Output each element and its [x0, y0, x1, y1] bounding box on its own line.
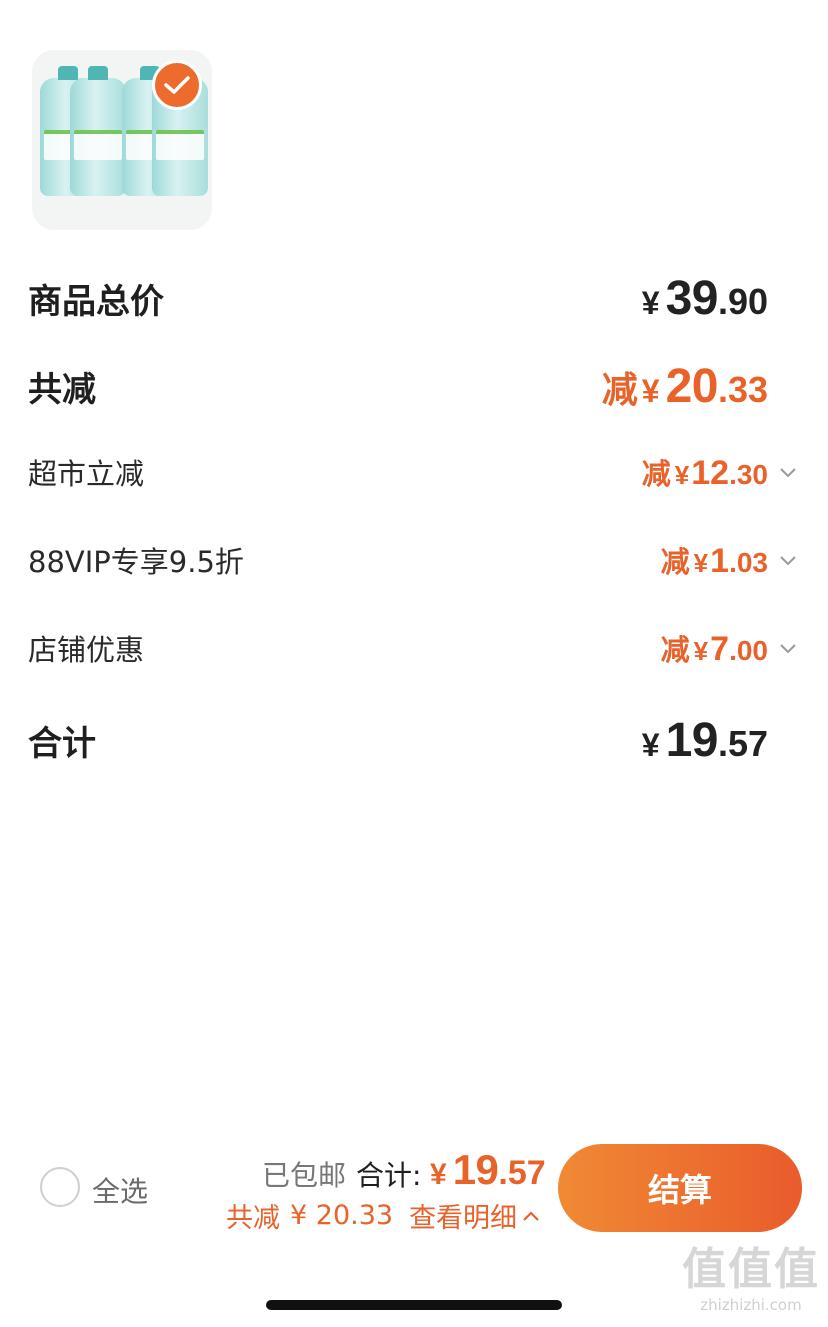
price-integer: 39	[665, 271, 719, 325]
currency-symbol: ¥	[641, 726, 660, 763]
currency-symbol: ¥	[693, 548, 709, 578]
price-decimal: .30	[729, 459, 768, 490]
discount-prefix: 减	[660, 545, 690, 579]
bottom-total-label: 合计:	[356, 1159, 422, 1192]
watermark-logo: 值值值	[682, 1244, 820, 1295]
select-all-radio[interactable]	[40, 1167, 80, 1207]
price-integer: 20	[665, 359, 719, 413]
grand-total-row: 合计 ¥ 19 .57	[28, 713, 768, 768]
chevron-down-icon[interactable]	[778, 462, 798, 482]
total-discount-label: 共减	[28, 369, 96, 410]
price-decimal: .57	[498, 1154, 546, 1192]
discount-amount: 减 ¥ 7 .00	[660, 627, 796, 669]
bottom-discount-label: 共减	[226, 1203, 280, 1234]
price-decimal: .90	[717, 280, 768, 322]
discount-prefix: 减	[660, 633, 690, 667]
total-discount-price: 减 ¥ 20 .33	[602, 359, 768, 414]
chevron-down-icon[interactable]	[778, 638, 798, 658]
discount-label: 88VIP专享9.5折	[28, 545, 244, 579]
price-integer: 1	[710, 542, 730, 580]
price-decimal: .57	[717, 722, 768, 764]
watermark-url: zhizhizhi.com	[700, 1296, 802, 1314]
bottom-discount-amount: ¥ 20.33	[290, 1200, 394, 1231]
discount-row-supermarket[interactable]: 超市立减 减 ¥ 12 .30	[28, 450, 796, 494]
discount-row-store[interactable]: 店铺优惠 减 ¥ 7 .00	[28, 626, 796, 670]
currency-symbol: ¥	[674, 460, 690, 490]
price-integer: 12	[691, 454, 730, 492]
grand-total-label: 合计	[28, 723, 96, 764]
currency-symbol: ¥	[641, 372, 660, 409]
currency-symbol: ¥	[641, 284, 660, 321]
site-watermark: 值值值 zhizhizhi.com	[678, 1244, 824, 1314]
goods-total-label: 商品总价	[28, 281, 164, 322]
discount-prefix: 减	[601, 369, 638, 411]
discount-label: 超市立减	[28, 457, 145, 491]
selected-check-badge[interactable]	[152, 60, 202, 110]
checkout-button[interactable]: 结算	[558, 1144, 802, 1232]
currency-symbol: ¥	[430, 1158, 447, 1191]
price-decimal: .03	[729, 547, 768, 578]
bottom-total-price: ¥ 19 .57	[430, 1146, 546, 1194]
bottom-discount-line[interactable]: 共减 ¥ 20.33 查看明细	[226, 1196, 541, 1235]
price-integer: 19	[665, 713, 719, 767]
currency-symbol: ¥	[693, 636, 709, 666]
discount-amount: 减 ¥ 1 .03	[660, 539, 796, 581]
chevron-up-icon[interactable]	[521, 1208, 541, 1224]
home-indicator[interactable]	[266, 1300, 562, 1310]
discount-amount: 减 ¥ 12 .30	[641, 451, 796, 493]
discount-label: 店铺优惠	[28, 633, 145, 667]
checkmark-icon	[164, 76, 190, 94]
discount-row-88vip[interactable]: 88VIP专享9.5折 减 ¥ 1 .03	[28, 538, 796, 582]
free-shipping-label: 已包邮	[262, 1159, 347, 1192]
price-decimal: .33	[717, 368, 768, 410]
discount-prefix: 减	[641, 457, 671, 491]
view-details-link[interactable]: 查看明细	[409, 1196, 517, 1235]
select-all-label[interactable]: 全选	[92, 1170, 148, 1210]
goods-total-row: 商品总价 ¥ 39 .90	[28, 271, 768, 326]
grand-total-price: ¥ 19 .57	[642, 713, 768, 768]
goods-total-price: ¥ 39 .90	[642, 271, 768, 326]
price-integer: 7	[710, 630, 730, 668]
price-decimal: .00	[729, 635, 768, 666]
price-integer: 19	[452, 1146, 499, 1193]
chevron-down-icon[interactable]	[778, 550, 798, 570]
total-discount-row: 共减 减 ¥ 20 .33	[28, 359, 768, 414]
